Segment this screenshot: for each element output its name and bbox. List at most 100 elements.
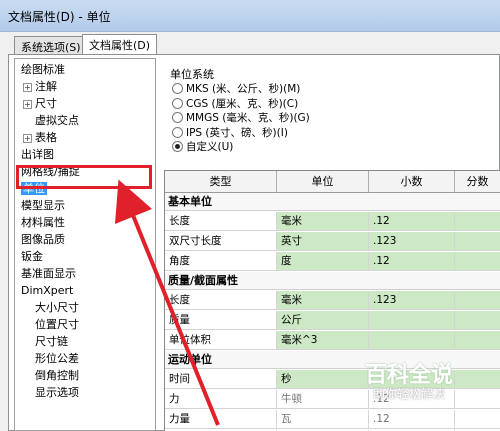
tree-item-label: 表格	[35, 131, 57, 144]
unit-cell[interactable]: 毫米	[277, 212, 369, 231]
tree-item[interactable]: 形位公差	[35, 350, 79, 367]
tree-item-label: 模型显示	[21, 199, 65, 212]
radio-button-icon[interactable]	[172, 83, 183, 94]
tree-item[interactable]: 虚拟交点	[35, 112, 79, 129]
radio-label: MKS (米、公斤、秒)(M)	[186, 83, 301, 95]
fraction-cell[interactable]	[455, 410, 500, 429]
tree-item-label: 尺寸链	[35, 335, 68, 348]
tree-item-label: 形位公差	[35, 352, 79, 365]
type-cell: 长度	[165, 291, 277, 310]
radio-button-icon[interactable]	[172, 126, 183, 138]
tree-item[interactable]: 出详图	[21, 146, 54, 163]
tree-item-label: 基准面显示	[21, 267, 76, 280]
type-cell: 力	[165, 390, 277, 409]
window-title: 文档属性(D) - 单位	[8, 10, 111, 24]
tree-item-label: 材料属性	[21, 216, 65, 229]
tree-item[interactable]: 尺寸链	[35, 333, 68, 350]
column-header-decimal: 小数	[369, 171, 455, 193]
radio-button-icon[interactable]	[172, 112, 183, 123]
tree-item[interactable]: DimXpert	[21, 282, 73, 299]
tree-item-label: 尺寸	[35, 97, 57, 110]
tree-item[interactable]: 绘图标准	[21, 61, 65, 78]
tree-item[interactable]: 位置尺寸	[35, 316, 79, 333]
tab-bar: 系统选项(S) 文档属性(D)	[0, 32, 500, 55]
fraction-cell[interactable]	[455, 291, 500, 310]
radio-label: IPS (英寸、磅、秒)(I)	[186, 126, 288, 139]
expand-icon[interactable]: +	[23, 133, 32, 143]
unit-system-radio[interactable]: 自定义(U)	[172, 140, 233, 154]
watermark: 百科全说 助你轻松解决	[345, 352, 495, 404]
tree-item-label: 钣金	[21, 250, 43, 263]
type-cell: 质量	[165, 311, 277, 330]
tree-item-label: 出详图	[21, 148, 54, 161]
fraction-cell[interactable]	[455, 331, 500, 350]
unit-cell[interactable]: 度	[277, 252, 369, 271]
type-cell: 时间	[165, 370, 277, 389]
fraction-cell[interactable]	[455, 232, 500, 251]
tree-item-label: 显示选项	[35, 386, 79, 399]
tree-item[interactable]: 模型显示	[21, 197, 65, 214]
fraction-cell[interactable]	[455, 252, 500, 271]
tree-item[interactable]: 材料属性	[21, 214, 65, 231]
radio-button-icon[interactable]	[172, 141, 183, 152]
type-cell: 力量	[165, 410, 277, 429]
expand-icon[interactable]: +	[23, 82, 32, 92]
decimal-cell[interactable]: .12	[369, 212, 455, 231]
radio-label: CGS (厘米、克、秒)(C)	[186, 97, 299, 110]
decimal-cell[interactable]: .12	[369, 410, 455, 429]
radio-label: MMGS (毫米、克、秒)(G)	[186, 112, 310, 124]
tree-item[interactable]: 倒角控制	[35, 367, 79, 384]
type-cell: 长度	[165, 212, 277, 231]
tree-item[interactable]: 大小尺寸	[35, 299, 79, 316]
tree-item-label: DimXpert	[21, 284, 74, 297]
title-bar: 文档属性(D) - 单位	[0, 0, 500, 32]
fraction-cell[interactable]	[455, 212, 500, 231]
type-cell: 双尺寸长度	[165, 232, 277, 251]
tree-item-label: 绘图标准	[21, 63, 65, 76]
tab-system-options[interactable]: 系统选项(S)	[14, 36, 88, 54]
tree-item[interactable]: + 注解	[23, 78, 57, 95]
tree-item-label: 注解	[35, 80, 57, 93]
tree-item-label: 倒角控制	[35, 369, 79, 382]
tree-item[interactable]: 基准面显示	[21, 265, 76, 282]
fraction-cell[interactable]	[455, 311, 500, 330]
decimal-cell[interactable]: .12	[369, 252, 455, 271]
decimal-cell[interactable]	[369, 331, 455, 350]
column-header-type: 类型	[165, 171, 277, 193]
properties-tree: 绘图标准 + 注解 + 尺寸 虚拟交点 + 表格 出详图 网格线/捕捉 单位 模型显示 材料属性 图像品质…	[14, 58, 156, 431]
tree-item-label: 虚拟交点	[35, 114, 79, 127]
unit-system-radio[interactable]: CGS (厘米、克、秒)(C)	[172, 97, 298, 111]
highlight-box	[16, 165, 152, 189]
radio-label: 自定义(U)	[186, 141, 234, 153]
unit-cell[interactable]: 毫米^3	[277, 331, 369, 350]
column-header-unit: 单位	[277, 171, 369, 193]
watermark-subtitle: 助你轻松解决	[373, 387, 446, 401]
tree-item-label: 大小尺寸	[35, 301, 79, 314]
column-header-fraction: 分数	[455, 171, 500, 193]
radio-button-icon[interactable]	[172, 97, 183, 109]
tree-item-label: 位置尺寸	[35, 318, 79, 331]
unit-cell[interactable]: 毫米	[277, 291, 369, 310]
tree-item[interactable]: + 表格	[23, 129, 57, 146]
unit-cell[interactable]: 瓦	[277, 410, 369, 429]
type-cell: 单位体积	[165, 331, 277, 350]
tree-item[interactable]: 显示选项	[35, 384, 79, 401]
tab-document-properties[interactable]: 文档属性(D)	[82, 34, 158, 55]
unit-system-radio[interactable]: IPS (英寸、磅、秒)(I)	[172, 126, 288, 140]
unit-cell[interactable]: 公斤	[277, 311, 369, 330]
tree-item[interactable]: + 尺寸	[23, 95, 57, 112]
decimal-cell[interactable]: .123	[369, 232, 455, 251]
table-section-header: 基本单位	[165, 193, 500, 211]
unit-system-title: 单位系统	[170, 68, 214, 81]
decimal-cell[interactable]	[369, 311, 455, 330]
unit-system-radio[interactable]: MMGS (毫米、克、秒)(G)	[172, 111, 310, 125]
table-section-header: 质量/截面属性	[165, 272, 500, 290]
expand-icon[interactable]: +	[23, 99, 32, 109]
unit-cell[interactable]: 英寸	[277, 232, 369, 251]
type-cell: 角度	[165, 252, 277, 271]
decimal-cell[interactable]: .123	[369, 291, 455, 310]
tree-item-label: 图像品质	[21, 233, 65, 246]
unit-system-radio[interactable]: MKS (米、公斤、秒)(M)	[172, 82, 300, 96]
tree-item[interactable]: 钣金	[21, 248, 43, 265]
tree-item[interactable]: 图像品质	[21, 231, 65, 248]
